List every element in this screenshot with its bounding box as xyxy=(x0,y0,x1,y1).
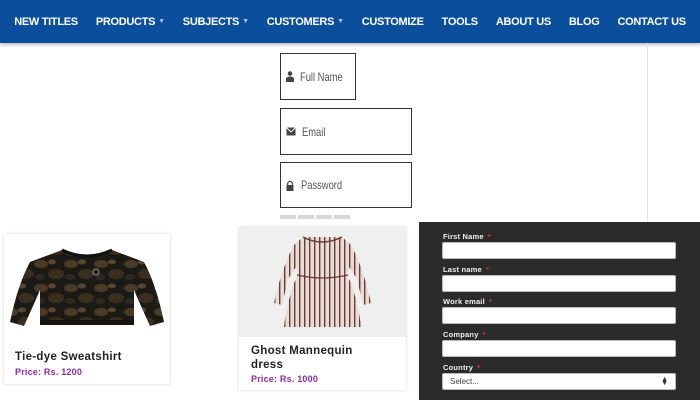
email-field[interactable] xyxy=(280,108,412,155)
nav-item-products[interactable]: PRODUCTS ▼ xyxy=(87,16,174,28)
password-field[interactable] xyxy=(280,162,412,208)
product-card[interactable]: Ghost Mannequin dress Price: Rs. 1000 xyxy=(239,227,406,390)
country-label: Country * xyxy=(443,363,481,372)
chevron-down-icon: ▼ xyxy=(337,18,344,25)
contact-form: First Name * Last name * Work email * Compa… xyxy=(419,222,700,400)
first-name-input[interactable] xyxy=(442,242,676,259)
full-name-input[interactable] xyxy=(300,69,343,84)
divider xyxy=(647,43,648,223)
nav-item-about-us[interactable]: ABOUT US xyxy=(487,16,560,28)
strength-segment xyxy=(298,215,314,219)
product-name[interactable]: Ghost Mannequin dress xyxy=(251,344,381,372)
work-email-label: Work email * xyxy=(443,297,493,306)
product-image[interactable] xyxy=(4,234,170,344)
required-mark: * xyxy=(485,265,490,274)
product-price: Price: Rs. 1200 xyxy=(15,367,83,377)
strength-segment xyxy=(280,215,296,219)
full-name-field[interactable] xyxy=(280,53,356,100)
nav-item-new-titles[interactable]: NEW TITLES xyxy=(5,16,87,28)
nav-item-customize[interactable]: CUSTOMIZE xyxy=(353,16,433,28)
envelope-icon xyxy=(286,126,296,138)
main-navigation: NEW TITLES PRODUCTS ▼ SUBJECTS ▼ CUSTOMERS… xyxy=(0,0,700,43)
nav-item-blog[interactable]: BLOG xyxy=(560,16,609,28)
first-name-label: First Name * xyxy=(443,232,491,241)
company-label: Company * xyxy=(443,330,486,339)
user-icon xyxy=(286,71,294,83)
product-card[interactable]: Tie-dye Sweatshirt Price: Rs. 1200 xyxy=(4,234,170,384)
product-price: Price: Rs. 1000 xyxy=(251,374,319,384)
password-input[interactable] xyxy=(300,178,387,192)
password-strength-meter xyxy=(280,215,350,219)
nav-menu: NEW TITLES PRODUCTS ▼ SUBJECTS ▼ CUSTOMERS… xyxy=(0,0,700,43)
nav-item-subjects[interactable]: SUBJECTS ▼ xyxy=(174,16,258,28)
required-mark: * xyxy=(477,363,481,372)
select-arrows-icon: ▲ ▼ xyxy=(661,375,668,387)
product-image[interactable] xyxy=(239,227,406,337)
work-email-input[interactable] xyxy=(442,307,676,324)
country-select-value: Select... xyxy=(450,377,479,386)
lock-icon xyxy=(286,179,295,191)
dress-image xyxy=(274,236,371,327)
nav-item-contact-us[interactable]: CONTACT US xyxy=(608,16,694,28)
required-mark: * xyxy=(488,297,493,306)
email-input[interactable] xyxy=(302,124,388,139)
nav-item-tools[interactable]: TOOLS xyxy=(433,16,487,28)
nav-item-customers[interactable]: CUSTOMERS ▼ xyxy=(258,16,353,28)
strength-segment xyxy=(334,215,350,219)
last-name-input[interactable] xyxy=(442,275,676,292)
country-select[interactable]: Select... ▲ ▼ xyxy=(442,373,676,390)
required-mark: * xyxy=(487,232,491,241)
product-name[interactable]: Tie-dye Sweatshirt xyxy=(15,350,122,364)
required-mark: * xyxy=(482,330,486,339)
company-input[interactable] xyxy=(442,340,676,357)
sweatshirt-image xyxy=(10,248,164,326)
last-name-label: Last name * xyxy=(443,265,490,274)
chevron-down-icon: ▼ xyxy=(158,18,165,25)
strength-segment xyxy=(316,215,332,219)
chevron-down-icon: ▼ xyxy=(242,18,249,25)
